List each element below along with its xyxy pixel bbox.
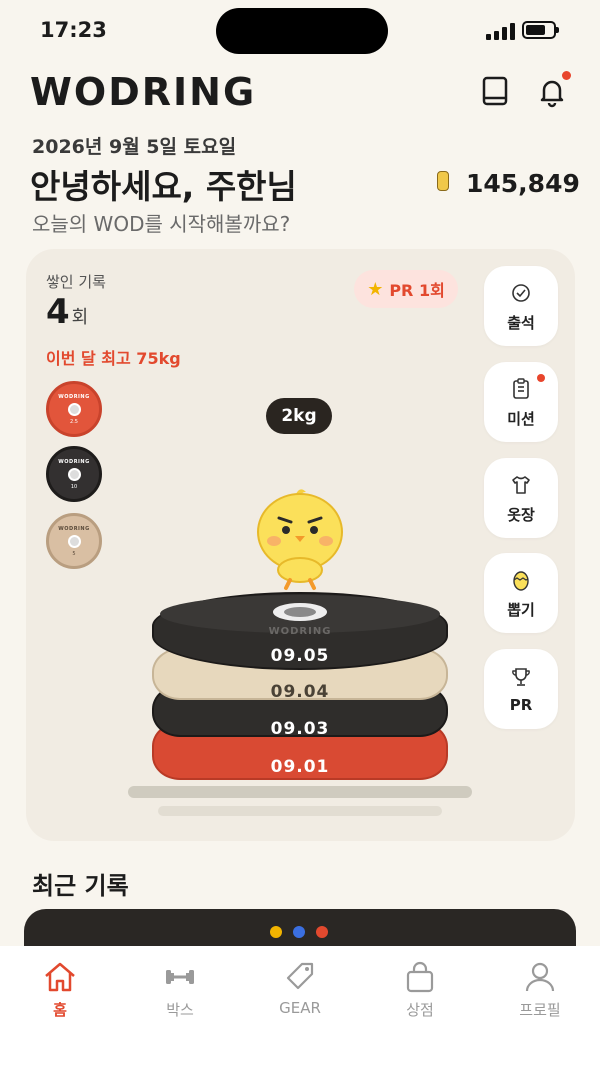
points-balance: 145,849 xyxy=(466,169,580,198)
plate-date: 09.01 xyxy=(270,757,330,777)
mini-plate-brand: WODRING xyxy=(58,525,90,532)
carousel-dot xyxy=(293,926,305,938)
plate-hub xyxy=(67,467,81,481)
coin-icon xyxy=(437,171,449,191)
greeting: 안녕하세요, 주한님 xyxy=(30,167,297,206)
tab-box[interactable]: 박스 xyxy=(140,960,220,1020)
tab-home-label: 홈 xyxy=(53,1001,67,1019)
plate-hub xyxy=(67,402,81,416)
book-icon[interactable] xyxy=(478,74,512,108)
mini-plate-weight: 2.5 xyxy=(70,418,78,425)
battery-icon xyxy=(522,21,559,39)
shopping-bag-icon xyxy=(406,961,434,993)
dumbbell-icon xyxy=(166,970,194,984)
check-badge-icon xyxy=(508,280,534,306)
status-time: 17:23 xyxy=(40,18,107,42)
attendance-label: 출석 xyxy=(507,313,535,332)
trophy-icon xyxy=(508,664,534,690)
plate-date: 09.04 xyxy=(270,682,330,702)
mini-plate[interactable]: WODRING 5 xyxy=(46,513,102,569)
tab-profile-label: 프로필 xyxy=(519,1001,561,1019)
greeting-subtitle: 오늘의 WOD를 시작해볼까요? xyxy=(32,212,291,236)
barbell-bar xyxy=(128,786,472,798)
pr-badge-label: PR 1회 xyxy=(389,281,445,300)
gacha-label: 뽑기 xyxy=(507,600,535,619)
stack-count-unit: 회 xyxy=(71,307,89,328)
pr-label: PR xyxy=(509,696,533,714)
gacha-button[interactable]: 뽑기 xyxy=(484,553,558,633)
plate-date: 09.05 xyxy=(270,646,330,666)
closet-button[interactable]: 옷장 xyxy=(484,458,558,538)
app-logo: WODRING xyxy=(30,70,257,114)
stack-count: 4회 xyxy=(46,292,88,332)
recent-records-title: 최근 기록 xyxy=(32,872,129,900)
stack-count-value: 4 xyxy=(46,292,70,332)
shirt-icon xyxy=(508,472,534,498)
mission-label: 미션 xyxy=(507,409,535,428)
barbell-shadow xyxy=(158,806,442,816)
tab-shop-label: 상점 xyxy=(406,1001,434,1019)
tab-gear-label: GEAR xyxy=(279,999,321,1017)
current-weight-pill: 2kg xyxy=(266,398,332,434)
today-date: 2026년 9월 5일 토요일 xyxy=(32,136,237,158)
clipboard-icon xyxy=(508,376,534,402)
closet-label: 옷장 xyxy=(507,505,535,524)
carousel-dots xyxy=(270,926,328,938)
egg-icon xyxy=(508,567,534,593)
pr-badge[interactable]: ★ PR 1회 xyxy=(354,270,458,308)
tab-profile[interactable]: 프로필 xyxy=(500,960,580,1020)
attendance-button[interactable]: 출석 xyxy=(484,266,558,346)
plate-hub xyxy=(67,534,81,548)
home-icon xyxy=(45,962,75,992)
tag-icon xyxy=(286,962,314,990)
mission-button[interactable]: 미션 xyxy=(484,362,558,442)
tab-shop[interactable]: 상점 xyxy=(380,960,460,1020)
mini-plate[interactable]: WODRING 2.5 xyxy=(46,381,102,437)
stack-label: 쌓인 기록 xyxy=(46,273,106,291)
plate-date: 09.03 xyxy=(270,719,330,739)
chick-mascot[interactable] xyxy=(250,484,350,592)
mini-plate-brand: WODRING xyxy=(58,393,90,400)
notification-dot xyxy=(562,71,571,80)
tab-gear[interactable]: GEAR xyxy=(260,960,340,1017)
mission-notification-dot xyxy=(537,374,545,382)
pr-button[interactable]: PR xyxy=(484,649,558,729)
mini-plate-weight: 5 xyxy=(72,550,76,557)
monthly-best: 이번 달 최고 75kg xyxy=(46,349,181,368)
top-plate-brand: WODRING xyxy=(268,626,332,637)
dynamic-island xyxy=(216,8,388,54)
mini-plate-brand: WODRING xyxy=(58,458,90,465)
tab-box-label: 박스 xyxy=(166,1001,194,1019)
mini-plate-weight: 10 xyxy=(70,483,78,490)
signal-icon xyxy=(486,22,515,40)
carousel-dot xyxy=(270,926,282,938)
profile-icon xyxy=(525,962,555,992)
mini-plate[interactable]: WODRING 10 xyxy=(46,446,102,502)
carousel-dot xyxy=(316,926,328,938)
tab-home[interactable]: 홈 xyxy=(20,960,100,1020)
star-icon: ★ xyxy=(367,278,384,300)
